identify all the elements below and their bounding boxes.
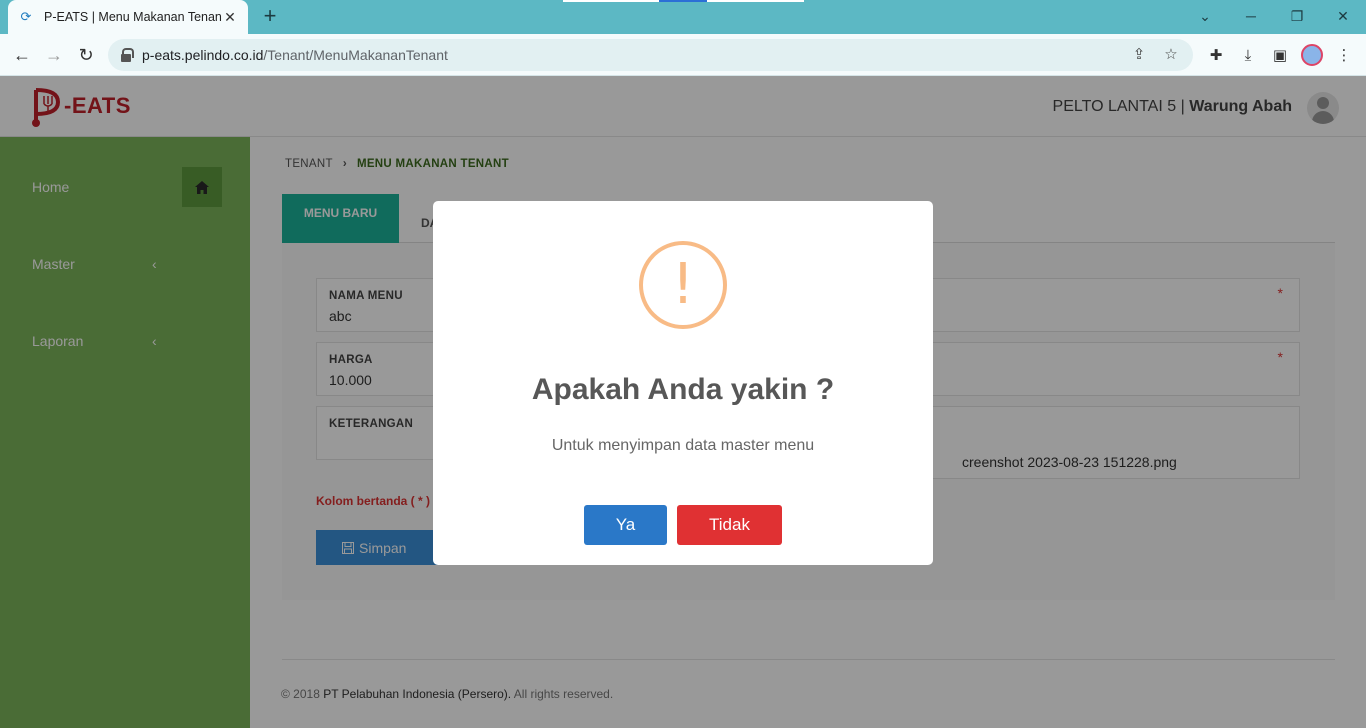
tab-strip-decoration [659,0,707,2]
restore-icon[interactable]: ❐ [1287,6,1307,26]
bookmark-star-icon[interactable]: ☆ [1161,45,1181,65]
favicon-icon: ⟳ [20,9,32,24]
reload-icon[interactable]: ↻ [75,44,97,66]
side-panel-icon[interactable]: ▣ [1270,46,1290,66]
dialog-title: Apakah Anda yakin ? [531,373,835,406]
extensions-icon[interactable]: ✚ [1206,46,1226,66]
tab-search-icon[interactable]: ⌄ [1195,6,1215,26]
minimize-icon[interactable]: ─ [1241,6,1261,26]
warning-icon: ! [639,241,727,329]
tab-title: P-EATS | Menu Makanan Tenant [44,10,222,24]
confirm-yes-button[interactable]: Ya [584,505,667,545]
close-window-icon[interactable]: ✕ [1333,6,1353,26]
confirm-no-button[interactable]: Tidak [677,505,782,545]
tab-strip-decoration [563,0,659,2]
url-text[interactable]: p-eats.pelindo.co.id/Tenant/MenuMakananT… [142,47,1117,63]
menu-icon[interactable]: ⋮ [1334,46,1354,66]
tab-strip-decoration [707,0,804,2]
confirm-dialog: ! Apakah Anda yakin ? Untuk menyimpan da… [433,201,933,565]
address-bar[interactable]: p-eats.pelindo.co.id/Tenant/MenuMakananT… [108,39,1193,71]
close-tab-icon[interactable]: ✕ [222,9,238,26]
browser-toolbar: ← → ↻ p-eats.pelindo.co.id/Tenant/MenuMa… [0,34,1366,76]
profile-avatar[interactable] [1301,44,1323,66]
lock-icon[interactable] [120,48,134,62]
download-icon[interactable]: ⤓ [1238,46,1258,66]
back-icon[interactable]: ← [11,44,33,66]
forward-icon[interactable]: → [43,44,65,66]
browser-tab-bar: ⟳ P-EATS | Menu Makanan Tenant ✕ + ⌄ ─ ❐… [0,0,1366,34]
share-icon[interactable]: ⇪ [1129,45,1149,65]
browser-tab[interactable]: ⟳ P-EATS | Menu Makanan Tenant ✕ [8,0,248,34]
new-tab-button[interactable]: + [260,5,280,29]
dialog-message: Untuk menyimpan data master menu [551,437,815,454]
